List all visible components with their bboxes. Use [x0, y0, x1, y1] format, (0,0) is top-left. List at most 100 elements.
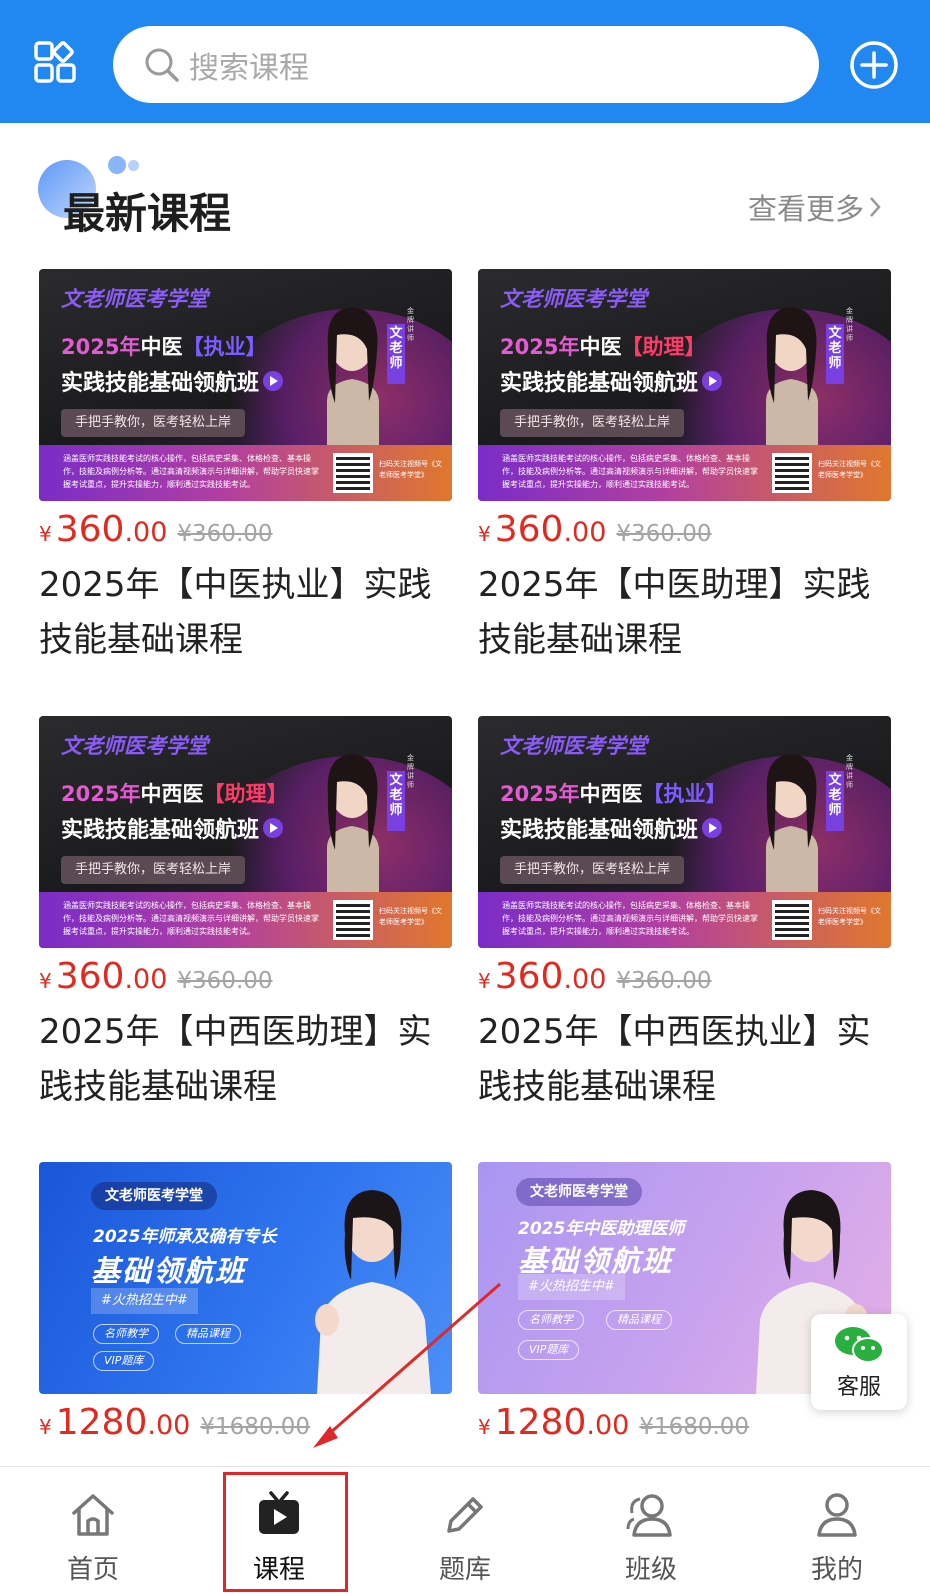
qr-code — [772, 453, 812, 493]
banner-chip: 精品课程 — [175, 1324, 241, 1344]
search-icon — [145, 48, 179, 82]
banner-slogan: 手把手教你，医考轻松上岸 — [500, 409, 685, 437]
banner-chip: 精品课程 — [606, 1310, 672, 1330]
customer-service-button[interactable]: 客服 — [811, 1314, 907, 1410]
original-price: ¥360.00 — [177, 521, 273, 547]
banner-brand: 文老师医考学堂 — [91, 1182, 217, 1210]
plus-circle-icon[interactable] — [849, 40, 899, 90]
course-card[interactable]: 文老师医考学堂 2025年师承及确有专长 基础领航班 #火热招生中# 名师教学 … — [39, 1162, 452, 1443]
section-title: 最新课程 — [63, 189, 232, 238]
tab-class[interactable]: 班级 — [558, 1467, 744, 1596]
banner-year-line: 2025年中医【执业】 — [61, 335, 267, 359]
bottom-tab-bar: 首页 课程 题库 班级 我的 — [0, 1466, 930, 1596]
banner-chip: 名师教学 — [93, 1324, 159, 1344]
banner-bottom: 涵盖医师实践技能考试的核心操作，包括病史采集、体格检查、基本操作，技能及病例分析… — [478, 445, 891, 501]
price-row: ¥360.00 ¥360.00 — [478, 956, 712, 997]
banner-chip: VIP题库 — [518, 1340, 580, 1360]
original-price: ¥360.00 — [177, 968, 273, 994]
tab-home-label: 首页 — [66, 1555, 119, 1585]
tab-mine[interactable]: 我的 — [744, 1467, 930, 1596]
qr-text: 扫码关注视频号《文老师医考学堂》 — [379, 907, 442, 926]
original-price: ¥1680.00 — [200, 1414, 311, 1440]
qr-text: 扫码关注视频号《文老师医考学堂》 — [818, 907, 881, 926]
qr-code — [333, 453, 373, 493]
teacher-gold: 金牌讲师 — [407, 754, 414, 789]
play-icon — [702, 371, 723, 391]
view-more-link[interactable]: 查看更多 — [748, 186, 882, 228]
banner-year-line: 2025年中西医【执业】 — [500, 782, 727, 806]
banner-bottom: 涵盖医师实践技能考试的核心操作，包括病史采集、体格检查、基本操作，技能及病例分析… — [39, 892, 452, 948]
banner-chip: VIP题库 — [93, 1351, 155, 1371]
course-card[interactable]: 文老师医考学堂 2025年中医【助理】 实践技能基础领航班 手把手教你，医考轻松… — [478, 269, 891, 660]
course-banner: 文老师医考学堂 2025年师承及确有专长 基础领航班 #火热招生中# 名师教学 … — [39, 1162, 452, 1394]
qr-text: 扫码关注视频号《文老师医考学堂》 — [818, 460, 881, 479]
banner-brand: 文老师医考学堂 — [500, 287, 647, 311]
banner-slogan: 手把手教你，医考轻松上岸 — [61, 409, 246, 437]
banner-bottom: 涵盖医师实践技能考试的核心操作，包括病史采集、体格检查、基本操作，技能及病例分析… — [478, 892, 891, 948]
teacher-badge: 文老师 — [387, 324, 405, 384]
search-input[interactable]: 搜索课程 — [113, 26, 819, 103]
qr-code — [333, 900, 373, 940]
chevron-right-icon — [870, 197, 881, 217]
original-price: ¥360.00 — [616, 968, 712, 994]
course-title: 2025年【中医执业】实践技能基础课程 — [39, 565, 432, 660]
banner-year-line: 2025年中西医【助理】 — [61, 782, 288, 806]
banner-brand: 文老师医考学堂 — [61, 287, 208, 311]
banner-main-line: 实践技能基础领航班 — [500, 365, 723, 397]
banner-brand: 文老师医考学堂 — [500, 734, 647, 758]
teacher-photo — [315, 1190, 431, 1394]
view-more-label: 查看更多 — [748, 192, 865, 226]
banner-desc: 涵盖医师实践技能考试的核心操作，包括病史采集、体格检查、基本操作，技能及病例分析… — [502, 901, 758, 936]
price-row: ¥360.00 ¥360.00 — [39, 509, 273, 550]
price: ¥360.00 — [478, 509, 607, 550]
tab-class-label: 班级 — [624, 1555, 677, 1585]
banner-hot: #火热招生中# — [518, 1274, 625, 1300]
course-banner: 文老师医考学堂 2025年中医【助理】 实践技能基础领航班 手把手教你，医考轻松… — [478, 269, 891, 501]
user-icon — [817, 1493, 857, 1537]
price: ¥360.00 — [39, 956, 168, 997]
decor-circle-tiny — [128, 160, 139, 171]
banner-line1: 2025年师承及确有专长 — [93, 1227, 277, 1247]
teacher-gold: 金牌讲师 — [407, 307, 414, 342]
banner-slogan: 手把手教你，医考轻松上岸 — [61, 856, 246, 884]
qr-text: 扫码关注视频号《文老师医考学堂》 — [379, 460, 442, 479]
banner-desc: 涵盖医师实践技能考试的核心操作，包括病史采集、体格检查、基本操作，技能及病例分析… — [63, 454, 319, 489]
course-banner: 文老师医考学堂 2025年中西医【执业】 实践技能基础领航班 手把手教你，医考轻… — [478, 716, 891, 948]
banner-main-line: 实践技能基础领航班 — [61, 365, 284, 397]
price: ¥360.00 — [478, 956, 607, 997]
teacher-gold: 金牌讲师 — [846, 754, 853, 789]
course-card[interactable]: 文老师医考学堂 2025年中医【执业】 实践技能基础领航班 手把手教你，医考轻松… — [39, 269, 452, 660]
course-title: 2025年【中西医助理】实践技能基础课程 — [39, 1012, 432, 1107]
home-icon — [72, 1494, 114, 1536]
play-icon — [702, 818, 723, 838]
pencil-icon — [447, 1497, 483, 1533]
banner-hot: #火热招生中# — [91, 1288, 198, 1314]
banner-chip: 名师教学 — [518, 1310, 584, 1330]
price-row: ¥360.00 ¥360.00 — [39, 956, 273, 997]
customer-service-label: 客服 — [836, 1375, 881, 1400]
price-row: ¥1280.00 ¥1680.00 — [478, 1402, 749, 1443]
search-placeholder: 搜索课程 — [189, 50, 309, 86]
course-card[interactable]: 文老师医考学堂 2025年中西医【执业】 实践技能基础领航班 手把手教你，医考轻… — [478, 716, 891, 1107]
tab-home[interactable]: 首页 — [0, 1467, 186, 1596]
grid-apps-icon[interactable] — [34, 41, 76, 83]
decor-circle-small — [108, 156, 126, 174]
tab-question-bank[interactable]: 题库 — [372, 1467, 558, 1596]
banner-desc: 涵盖医师实践技能考试的核心操作，包括病史采集、体格检查、基本操作，技能及病例分析… — [502, 454, 758, 489]
banner-brand: 文老师医考学堂 — [61, 734, 208, 758]
banner-line1: 2025年中医助理医师 — [518, 1219, 685, 1239]
course-card[interactable]: 文老师医考学堂 2025年中西医【助理】 实践技能基础领航班 手把手教你，医考轻… — [39, 716, 452, 1107]
course-banner: 文老师医考学堂 2025年中医【执业】 实践技能基础领航班 手把手教你，医考轻松… — [39, 269, 452, 501]
banner-desc: 涵盖医师实践技能考试的核心操作，包括病史采集、体格检查、基本操作，技能及病例分析… — [63, 901, 319, 936]
play-icon — [263, 371, 284, 391]
teacher-gold: 金牌讲师 — [846, 307, 853, 342]
course-title: 2025年【中西医执业】实践技能基础课程 — [478, 1012, 871, 1107]
tab-question-bank-label: 题库 — [438, 1555, 491, 1585]
course-title: 2025年【中医助理】实践技能基础课程 — [478, 565, 871, 660]
banner-main-line: 实践技能基础领航班 — [500, 812, 723, 844]
teacher-badge: 文老师 — [387, 771, 405, 831]
price-row: ¥1280.00 ¥1680.00 — [39, 1402, 310, 1443]
wechat-icon — [835, 1327, 884, 1363]
banner-year-line: 2025年中医【助理】 — [500, 335, 706, 359]
banner-bottom: 涵盖医师实践技能考试的核心操作，包括病史采集、体格检查、基本操作，技能及病例分析… — [39, 445, 452, 501]
